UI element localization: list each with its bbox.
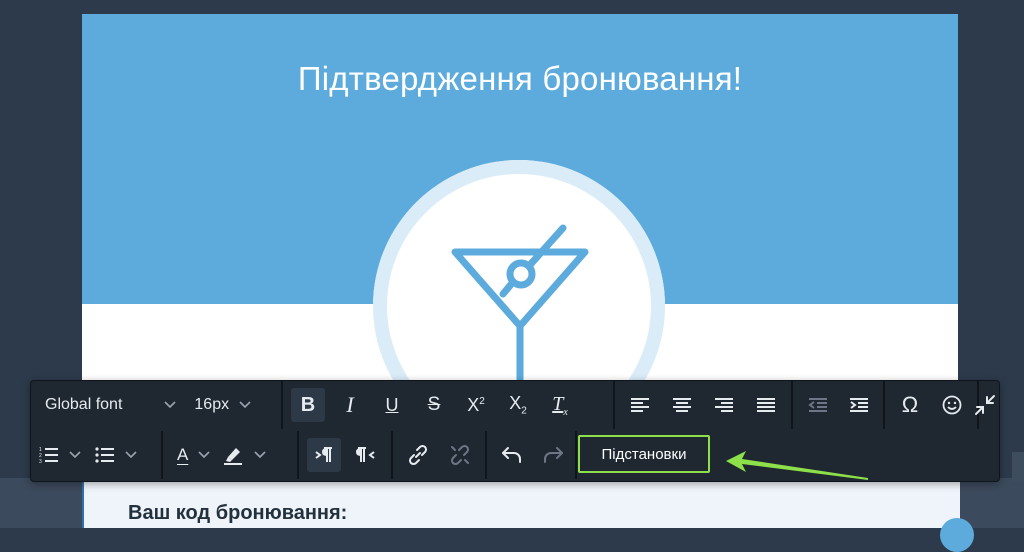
unordered-list-icon (95, 447, 114, 463)
side-panel-edge (1012, 452, 1024, 482)
annotation-arrow-icon (726, 451, 868, 480)
align-center-icon (673, 398, 691, 412)
list-group: 123 (35, 431, 161, 479)
format-group: B I U S X2 X2 Tx (283, 381, 613, 429)
booking-code-heading: Ваш код бронювання: (128, 502, 348, 524)
font-color-dropdown[interactable]: A (177, 438, 210, 472)
bold-button[interactable]: B (291, 388, 325, 422)
indent-group (793, 381, 883, 429)
font-group: Global font 16px (37, 381, 277, 429)
subscript-button[interactable]: X2 (501, 388, 535, 422)
special-char-icon: Ω (901, 392, 919, 417)
subscript-icon: X2 (509, 393, 527, 417)
direction-group (299, 431, 391, 479)
clear-format-icon: Tx (552, 392, 568, 418)
italic-icon: I (346, 392, 354, 417)
booking-code-section[interactable]: Ваш код бронювання: (82, 478, 960, 528)
svg-text:3: 3 (39, 459, 42, 464)
align-justify-button[interactable] (749, 388, 783, 422)
unlink-icon (450, 444, 470, 466)
insert-group: Ω (885, 381, 977, 429)
unordered-list-dropdown[interactable] (95, 438, 137, 472)
unlink-button[interactable] (443, 438, 477, 472)
rtl-button[interactable] (349, 438, 383, 472)
history-group (487, 431, 577, 479)
rtl-icon (356, 447, 375, 462)
chevron-down-icon (164, 401, 176, 409)
superscript-icon: X2 (467, 394, 485, 415)
align-justify-icon (757, 398, 775, 412)
redo-button[interactable] (536, 438, 569, 472)
emoji-icon (942, 395, 962, 415)
underline-button[interactable]: U (375, 388, 409, 422)
align-left-icon (631, 398, 649, 412)
indent-icon (849, 398, 868, 412)
align-left-button[interactable] (623, 388, 657, 422)
italic-button[interactable]: I (333, 388, 367, 422)
clear-format-button[interactable]: Tx (543, 388, 577, 422)
font-family-dropdown[interactable]: Global font (45, 388, 176, 422)
superscript-button[interactable]: X2 (459, 388, 493, 422)
collapse-icon (975, 395, 995, 415)
outdent-button[interactable] (801, 388, 834, 422)
ordered-list-dropdown[interactable]: 123 (39, 438, 81, 472)
font-family-value: Global font (45, 396, 123, 413)
align-right-icon (715, 398, 733, 412)
emoji-button[interactable] (935, 388, 969, 422)
collapse-group (975, 381, 999, 429)
underline-icon: U (385, 394, 399, 415)
color-group: A (163, 431, 299, 479)
link-group (393, 431, 485, 479)
undo-button[interactable] (495, 438, 528, 472)
ltr-icon (315, 447, 332, 462)
bold-icon: B (300, 393, 316, 416)
strikethrough-icon: S (427, 394, 441, 415)
special-char-button[interactable]: Ω (893, 388, 927, 422)
align-center-button[interactable] (665, 388, 699, 422)
font-size-value: 16px (194, 396, 230, 413)
strikethrough-button[interactable]: S (417, 388, 451, 422)
outdent-icon (807, 398, 827, 412)
align-right-button[interactable] (707, 388, 741, 422)
redo-icon (543, 447, 563, 463)
chevron-down-icon (198, 451, 210, 459)
ordered-list-icon: 123 (39, 447, 58, 464)
collapse-button[interactable] (971, 388, 999, 422)
undo-icon (501, 447, 521, 463)
substitutions-button[interactable]: Підстановки (578, 435, 710, 473)
align-group (615, 381, 791, 429)
link-icon (408, 444, 428, 466)
email-title: Підтвердження бронювання! (297, 60, 743, 97)
toolbar-row-1: Global font 16px B I U S X2 X2 Tx Ω (31, 381, 999, 429)
chevron-down-icon (254, 451, 266, 459)
chevron-down-icon (239, 401, 251, 409)
chevron-down-icon (125, 451, 137, 459)
corner-handle[interactable] (940, 518, 974, 552)
chevron-down-icon (69, 451, 81, 459)
link-button[interactable] (401, 438, 435, 472)
highlight-color-dropdown[interactable] (222, 438, 266, 472)
font-size-dropdown[interactable]: 16px (194, 388, 251, 422)
indent-button[interactable] (842, 388, 875, 422)
ltr-button[interactable] (307, 438, 341, 472)
font-color-icon: A (177, 445, 189, 464)
highlight-icon (224, 448, 243, 465)
